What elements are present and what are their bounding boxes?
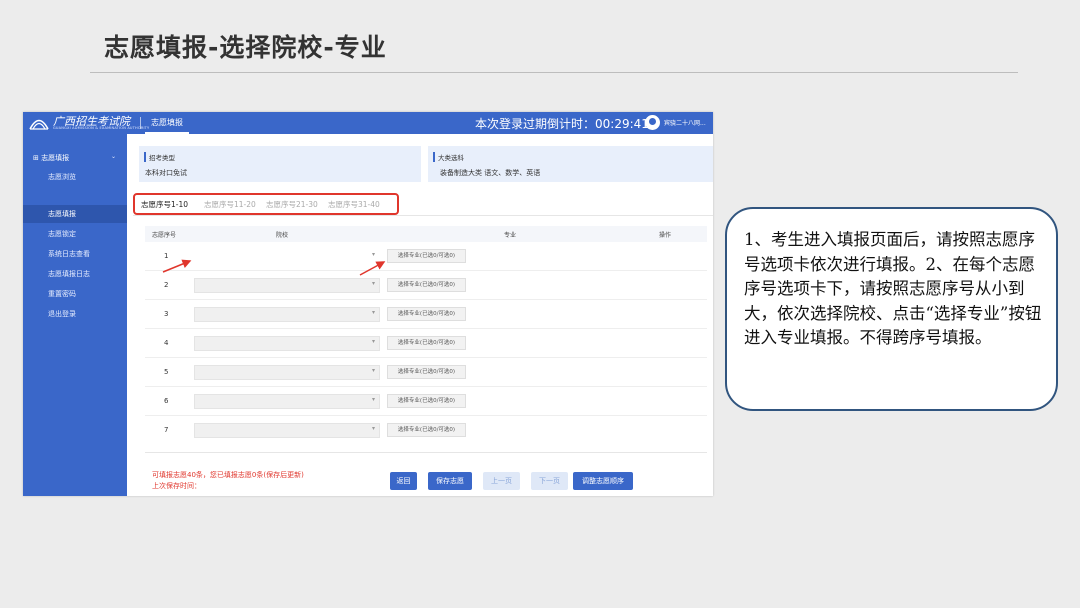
logo-icon bbox=[29, 119, 49, 130]
row-seq: 7 bbox=[164, 426, 169, 434]
table-row: 4 ▾ 选择专业(已选0/可选0) bbox=[145, 329, 707, 358]
sidebar-item-reset-password[interactable]: 重置密码 bbox=[23, 285, 127, 303]
tab-seq-11-20[interactable]: 志愿序号11-20 bbox=[204, 199, 256, 210]
sidebar-item-fill-log[interactable]: 志愿填报日志 bbox=[23, 265, 127, 283]
dropdown-arrow-icon: ▾ bbox=[371, 280, 375, 287]
tab-volunteer-fill[interactable]: 志愿填报 bbox=[145, 112, 189, 134]
tab-seq-21-30[interactable]: 志愿序号21-30 bbox=[266, 199, 318, 210]
exam-type-label: 招考类型 bbox=[149, 154, 175, 162]
dropdown-arrow-icon: ▾ bbox=[371, 309, 375, 316]
table-header: 志愿序号 院校 专业 操作 bbox=[145, 226, 707, 242]
header-separator bbox=[140, 117, 141, 129]
category-card: 大类选科 装备制造大类 语文、数学、英语 bbox=[428, 146, 713, 182]
sidebar-group-volunteer[interactable]: ⊞ 志愿填报 ⌄ bbox=[33, 153, 116, 163]
next-page-button[interactable]: 下一页 bbox=[531, 472, 568, 490]
slide-title: 志愿填报-选择院校-专业 bbox=[104, 33, 387, 62]
school-select[interactable]: ▾ bbox=[194, 365, 380, 380]
row-seq: 2 bbox=[164, 281, 169, 289]
table-row: 5 ▾ 选择专业(已选0/可选0) bbox=[145, 358, 707, 387]
reorder-button[interactable]: 调整志愿顺序 bbox=[573, 472, 633, 490]
prev-page-button[interactable]: 上一页 bbox=[483, 472, 520, 490]
exam-type-value: 本科对口免试 bbox=[145, 169, 187, 177]
chevron-down-icon: ⌄ bbox=[111, 153, 117, 160]
table-row: 7 ▾ 选择专业(已选0/可选0) bbox=[145, 416, 707, 440]
app-screenshot: 广西招生考试院 GUANGXI ADMISSION & EXAMINATION … bbox=[23, 112, 713, 496]
select-major-button[interactable]: 选择专业(已选0/可选0) bbox=[387, 307, 466, 321]
last-saved-text: 上次保存时间： bbox=[152, 482, 201, 490]
save-button[interactable]: 保存志愿 bbox=[428, 472, 472, 490]
table-row: 1 ▾ 选择专业(已选0/可选0) bbox=[145, 242, 707, 271]
exam-type-card: 招考类型 本科对口免试 bbox=[139, 146, 421, 182]
select-major-button[interactable]: 选择专业(已选0/可选0) bbox=[387, 423, 466, 437]
fill-count-text: 可填报志愿40条，您已填报志愿0条(保存后更新) bbox=[152, 471, 304, 479]
category-label: 大类选科 bbox=[438, 154, 464, 162]
dropdown-arrow-icon: ▾ bbox=[371, 251, 375, 258]
school-select[interactable]: ▾ bbox=[194, 394, 380, 409]
dropdown-arrow-icon: ▾ bbox=[371, 338, 375, 345]
col-school: 院校 bbox=[276, 232, 289, 239]
sidebar: ⊞ 志愿填报 ⌄ 志愿浏览 志愿填报 志愿锁定 系统日志查看 志愿填报日志 重置… bbox=[23, 134, 127, 496]
main-content: 招考类型 本科对口免试 大类选科 装备制造大类 语文、数学、英语 志愿序号1-1… bbox=[127, 134, 713, 496]
session-countdown: 本次登录过期倒计时：00:29:41 bbox=[475, 117, 649, 131]
dropdown-arrow-icon: ▾ bbox=[371, 396, 375, 403]
col-action: 操作 bbox=[659, 232, 672, 239]
school-select[interactable]: ▾ bbox=[194, 249, 380, 264]
callout-text: 1、考生进入填报页面后，请按照志愿序号选项卡依次进行填报。2、在每个志愿序号选项… bbox=[744, 230, 1042, 347]
school-select[interactable]: ▾ bbox=[194, 278, 380, 293]
select-major-button[interactable]: 选择专业(已选0/可选0) bbox=[387, 365, 466, 379]
tabs-highlight: 志愿序号1-10 志愿序号11-20 志愿序号21-30 志愿序号31-40 bbox=[133, 193, 399, 215]
app-header: 广西招生考试院 GUANGXI ADMISSION & EXAMINATION … bbox=[23, 112, 713, 134]
sidebar-item-browse[interactable]: 志愿浏览 bbox=[23, 168, 127, 186]
dropdown-arrow-icon: ▾ bbox=[371, 367, 375, 374]
sidebar-item-fill[interactable]: 志愿填报 bbox=[23, 205, 127, 223]
row-seq: 1 bbox=[164, 252, 169, 260]
select-major-button[interactable]: 选择专业(已选0/可选0) bbox=[387, 336, 466, 350]
fill-count-note: 可填报志愿40条，您已填报志愿0条(保存后更新) 上次保存时间： bbox=[152, 470, 304, 492]
title-divider bbox=[90, 72, 1018, 73]
row-seq: 5 bbox=[164, 368, 169, 376]
row-seq: 4 bbox=[164, 339, 169, 347]
avatar-icon[interactable] bbox=[645, 115, 660, 130]
school-select[interactable]: ▾ bbox=[194, 336, 380, 351]
row-seq: 3 bbox=[164, 310, 169, 318]
col-seq: 志愿序号 bbox=[152, 232, 177, 239]
dropdown-arrow-icon: ▾ bbox=[371, 425, 375, 432]
col-major: 专业 bbox=[504, 232, 517, 239]
school-select[interactable]: ▾ bbox=[194, 307, 380, 322]
table-row: 2 ▾ 选择专业(已选0/可选0) bbox=[145, 271, 707, 300]
user-name[interactable]: 宾骁二十八网... bbox=[664, 118, 706, 127]
select-major-button[interactable]: 选择专业(已选0/可选0) bbox=[387, 249, 466, 263]
sidebar-item-logout[interactable]: 退出登录 bbox=[23, 305, 127, 323]
row-seq: 6 bbox=[164, 397, 169, 405]
grid-icon: ⊞ bbox=[33, 154, 42, 162]
select-major-button[interactable]: 选择专业(已选0/可选0) bbox=[387, 278, 466, 292]
sidebar-group-label: 志愿填报 bbox=[41, 154, 70, 162]
back-button[interactable]: 返回 bbox=[390, 472, 417, 490]
school-select[interactable]: ▾ bbox=[194, 423, 380, 438]
sidebar-item-system-log[interactable]: 系统日志查看 bbox=[23, 245, 127, 263]
logo: 广西招生考试院 GUANGXI ADMISSION & EXAMINATION … bbox=[27, 113, 149, 133]
select-major-button[interactable]: 选择专业(已选0/可选0) bbox=[387, 394, 466, 408]
sidebar-item-lock[interactable]: 志愿锁定 bbox=[23, 225, 127, 243]
table-row: 3 ▾ 选择专业(已选0/可选0) bbox=[145, 300, 707, 329]
tab-seq-31-40[interactable]: 志愿序号31-40 bbox=[328, 199, 380, 210]
category-value: 装备制造大类 语文、数学、英语 bbox=[440, 169, 541, 177]
table-row: 6 ▾ 选择专业(已选0/可选0) bbox=[145, 387, 707, 416]
logo-subtitle: GUANGXI ADMISSION & EXAMINATION AUTHORIT… bbox=[53, 126, 150, 130]
tab-seq-1-10[interactable]: 志愿序号1-10 bbox=[141, 199, 188, 210]
